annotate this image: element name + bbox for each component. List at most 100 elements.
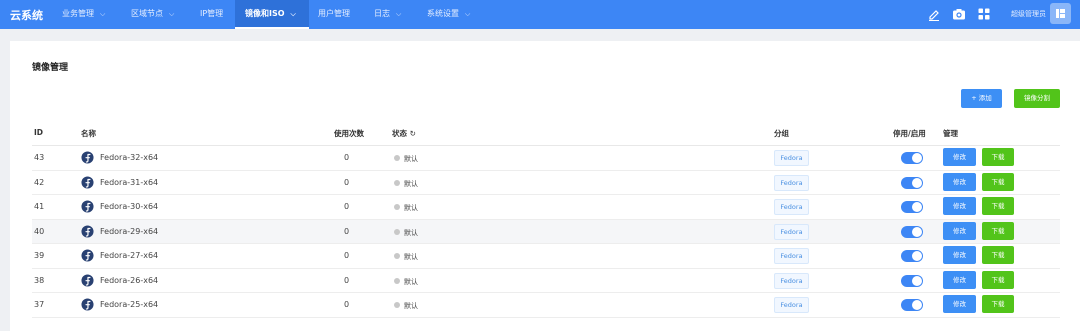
column-header-enable: 停用/启用 xyxy=(893,129,926,138)
enable-toggle[interactable] xyxy=(901,201,923,213)
edit-button[interactable]: 修改 xyxy=(943,270,976,289)
table-row: 42 Fedora-31-x64 0 默认 Fedora 修改 下载 xyxy=(32,171,1060,195)
status-text: 默认 xyxy=(404,302,418,310)
status-text: 默认 xyxy=(404,228,418,237)
edit-button[interactable]: 修改 xyxy=(943,172,976,191)
nav-item-ip[interactable]: IP管理 xyxy=(200,0,223,29)
refresh-icon[interactable]: ↻ xyxy=(410,129,416,138)
download-button[interactable]: 下载 xyxy=(982,270,1014,289)
status-text: 默认 xyxy=(404,277,418,286)
column-header-status[interactable]: 状态 ↻ xyxy=(392,128,416,139)
fedora-logo-icon xyxy=(81,273,94,287)
table-row: 38 Fedora-26-x64 0 默认 Fedora 修改 下载 xyxy=(32,269,1060,293)
chevron-down-icon: ⌵ xyxy=(465,10,471,18)
nav-item-settings[interactable]: 系统设置 ⌵ xyxy=(427,0,470,29)
usage-count: 0 xyxy=(344,177,350,187)
nav-label: 镜像和ISO xyxy=(245,9,285,18)
nav-item-business[interactable]: 业务管理 ⌵ xyxy=(62,0,105,29)
user-avatar-icon xyxy=(1056,9,1065,18)
usage-count: 0 xyxy=(344,300,350,309)
enable-toggle[interactable] xyxy=(901,152,923,164)
username-label[interactable]: 超级管理员 xyxy=(1011,9,1046,19)
grid-icon[interactable] xyxy=(976,6,992,22)
camera-icon[interactable] xyxy=(951,6,967,22)
status-dot xyxy=(394,277,400,284)
image-id: 38 xyxy=(34,275,45,285)
status-dot xyxy=(394,253,400,259)
image-id: 42 xyxy=(34,177,45,187)
page-title: 镜像管理 xyxy=(32,63,69,73)
download-button[interactable]: 下载 xyxy=(982,295,1014,313)
group-tag: Fedora xyxy=(774,223,809,240)
fedora-logo-icon xyxy=(81,200,94,213)
edit-icon[interactable] xyxy=(926,6,942,22)
fedora-logo-icon xyxy=(81,175,94,189)
add-button[interactable]: + 添加 xyxy=(961,89,1002,108)
nav-item-images-iso[interactable]: 镜像和ISO ⌵ xyxy=(235,0,309,29)
status-dot xyxy=(394,228,400,235)
nav-item-users[interactable]: 用户管理 xyxy=(318,0,350,29)
download-button[interactable]: 下载 xyxy=(982,148,1014,166)
table-row: 39 Fedora-27-x64 0 默认 Fedora 修改 下载 xyxy=(32,244,1060,269)
image-name: Fedora-30-x64 xyxy=(100,202,159,211)
group-tag: Fedora xyxy=(774,297,809,313)
image-name: Fedora-25-x64 xyxy=(100,300,159,309)
group-tag: Fedora xyxy=(774,150,809,166)
image-name: Fedora-27-x64 xyxy=(100,251,159,260)
enable-toggle[interactable] xyxy=(901,225,923,238)
image-name: Fedora-32-x64 xyxy=(100,153,159,162)
status-dot xyxy=(394,204,400,210)
download-button[interactable]: 下载 xyxy=(982,246,1014,264)
enable-toggle[interactable] xyxy=(901,299,923,311)
image-id: 37 xyxy=(34,300,45,309)
nav-item-region-nodes[interactable]: 区域节点 ⌵ xyxy=(131,0,174,29)
column-header-name: 名称 xyxy=(81,129,96,138)
image-split-button[interactable]: 镜像分割 xyxy=(1014,89,1060,108)
download-button[interactable]: 下载 xyxy=(982,172,1014,191)
edit-button[interactable]: 修改 xyxy=(943,221,976,240)
nav-label: 系统设置 xyxy=(427,9,459,18)
edit-button[interactable]: 修改 xyxy=(943,246,976,264)
edit-button[interactable]: 修改 xyxy=(943,148,976,166)
fedora-logo-icon xyxy=(81,151,94,164)
table-header: ID 名称 使用次数 状态 ↻ 分组 停用/启用 管理 xyxy=(32,120,1060,146)
enable-toggle[interactable] xyxy=(901,250,923,262)
nav-label: 日志 xyxy=(374,9,390,18)
fedora-logo-icon xyxy=(81,249,94,262)
image-id: 40 xyxy=(34,226,45,236)
download-button[interactable]: 下载 xyxy=(982,221,1014,240)
nav-item-logs[interactable]: 日志 ⌵ xyxy=(374,0,401,29)
toggle-knob xyxy=(912,177,922,188)
status-text: 默认 xyxy=(404,155,418,163)
toggle-knob xyxy=(912,153,922,163)
fedora-logo-icon xyxy=(81,298,94,311)
edit-button[interactable]: 修改 xyxy=(943,295,976,313)
avatar[interactable] xyxy=(1050,3,1071,24)
toggle-knob xyxy=(912,251,922,261)
toggle-knob xyxy=(912,202,922,212)
chevron-down-icon: ⌵ xyxy=(290,10,296,18)
image-name: Fedora-29-x64 xyxy=(100,226,159,236)
table-row: 40 Fedora-29-x64 0 默认 Fedora 修改 下载 xyxy=(32,219,1060,244)
toggle-knob xyxy=(912,226,922,237)
top-navbar: 云系统 业务管理 ⌵ 区域节点 ⌵ IP管理 镜像和ISO ⌵ 用户管理 日志 ⌵ 系统… xyxy=(0,0,1080,29)
chevron-down-icon: ⌵ xyxy=(396,10,402,18)
toggle-knob xyxy=(912,300,922,310)
brand-logo-text[interactable]: 云系统 xyxy=(10,7,43,23)
group-tag: Fedora xyxy=(774,272,809,289)
chevron-down-icon: ⌵ xyxy=(100,10,106,18)
image-name: Fedora-26-x64 xyxy=(100,275,159,285)
group-tag: Fedora xyxy=(774,199,809,215)
group-tag: Fedora xyxy=(774,248,809,264)
usage-count: 0 xyxy=(344,275,350,285)
status-text: 默认 xyxy=(404,204,418,212)
edit-button[interactable]: 修改 xyxy=(943,197,976,215)
image-id: 43 xyxy=(34,153,45,162)
usage-count: 0 xyxy=(344,153,350,162)
status-text: 默认 xyxy=(404,253,418,261)
table-row: 37 Fedora-25-x64 0 默认 Fedora 修改 下载 xyxy=(32,293,1060,318)
enable-toggle[interactable] xyxy=(901,176,923,189)
enable-toggle[interactable] xyxy=(901,274,923,287)
download-button[interactable]: 下载 xyxy=(982,197,1014,215)
toggle-knob xyxy=(912,275,922,286)
